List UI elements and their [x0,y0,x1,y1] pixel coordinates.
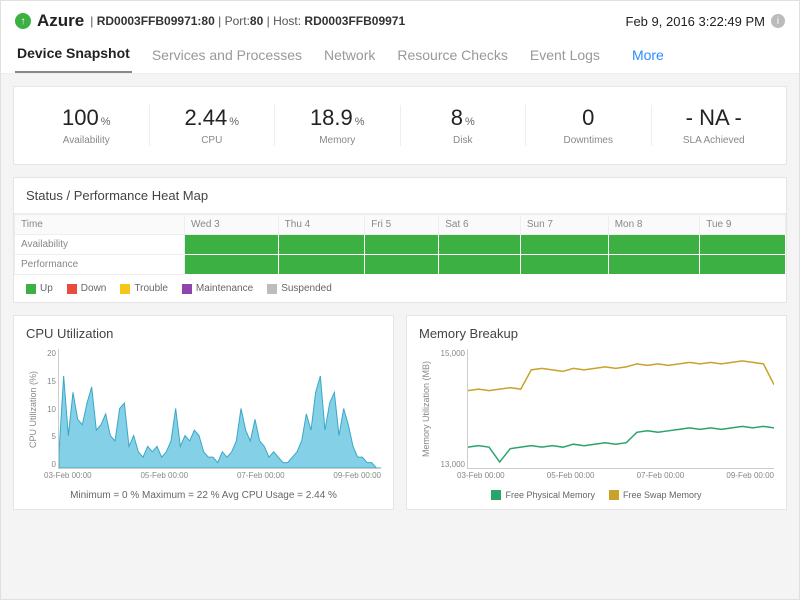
tabs: Device Snapshot Services and Processes N… [15,41,785,73]
memory-chart-legend: Free Physical Memory Free Swap Memory [419,490,774,500]
tab-resource-checks[interactable]: Resource Checks [395,43,510,73]
legend-suspended-icon [267,284,277,294]
legend-swap-icon [609,490,619,500]
legend-physical-icon [491,490,501,500]
metric-cpu[interactable]: 2.44% CPU [150,105,276,146]
heatmap-table: Time Wed 3 Thu 4 Fri 5 Sat 6 Sun 7 Mon 8… [14,214,786,275]
cpu-chart-footer: Minimum = 0 % Maximum = 22 % Avg CPU Usa… [26,490,381,501]
device-id: RD0003FFB09971:80 [97,14,215,28]
cpu-chart-card: CPU Utilization CPU Utilization (%) 2015… [13,315,394,510]
legend-trouble-icon [120,284,130,294]
metric-sla[interactable]: - NA - SLA Achieved [652,105,777,146]
metric-availability[interactable]: 100% Availability [24,105,150,146]
cpu-chart-plot[interactable] [58,349,381,469]
tab-device-snapshot[interactable]: Device Snapshot [15,41,132,73]
memory-chart-plot[interactable] [467,349,774,469]
status-up-icon: ↑ [15,13,31,29]
legend-up-icon [26,284,36,294]
page-title: Azure [37,11,84,31]
cpu-chart-title: CPU Utilization [26,326,381,341]
heatmap-cell[interactable] [185,235,279,255]
memory-chart-title: Memory Breakup [419,326,774,341]
memory-chart-card: Memory Breakup Memory Utilization (MB) 1… [406,315,787,510]
legend-maintenance-icon [182,284,192,294]
metric-downtimes[interactable]: 0 Downtimes [526,105,652,146]
legend-down-icon [67,284,77,294]
heatmap-legend: Up Down Trouble Maintenance Suspended [14,275,786,302]
metrics-summary: 100% Availability 2.44% CPU 18.9% Memory… [13,86,787,165]
heatmap-card: Status / Performance Heat Map Time Wed 3… [13,177,787,303]
info-icon[interactable]: i [771,14,785,28]
tab-services[interactable]: Services and Processes [150,43,304,73]
metric-memory[interactable]: 18.9% Memory [275,105,401,146]
heatmap-title: Status / Performance Heat Map [14,178,786,214]
tab-event-logs[interactable]: Event Logs [528,43,602,73]
timestamp: Feb 9, 2016 3:22:49 PM [626,14,765,29]
tab-network[interactable]: Network [322,43,377,73]
metric-disk[interactable]: 8% Disk [401,105,527,146]
tab-more[interactable]: More [630,43,666,73]
